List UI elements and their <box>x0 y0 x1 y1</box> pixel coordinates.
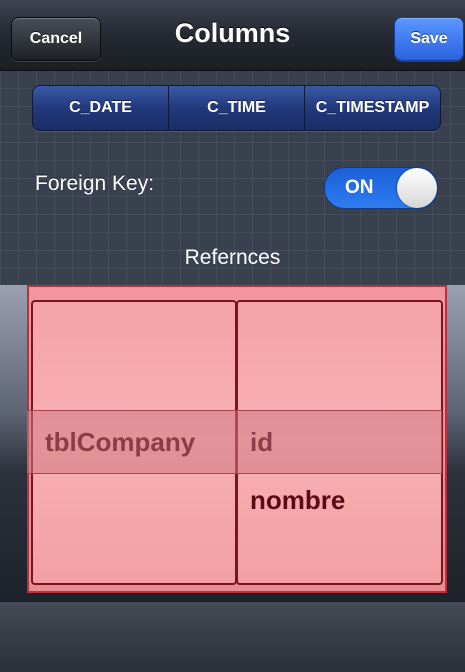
toggle-knob[interactable] <box>397 168 437 208</box>
foreign-key-toggle[interactable]: ON <box>324 167 438 209</box>
segment-c-date[interactable]: C_DATE <box>33 86 169 130</box>
segment-c-time[interactable]: C_TIME <box>169 86 305 130</box>
picker-option-field[interactable]: nombre <box>250 485 345 516</box>
references-label: Refernces <box>184 246 281 269</box>
type-segmented-control: C_DATE C_TIME C_TIMESTAMP <box>32 85 441 131</box>
navigation-bar: Cancel Columns Save <box>0 0 465 71</box>
foreign-key-label: Foreign Key: <box>35 172 155 195</box>
bottom-toolbar <box>0 601 465 672</box>
toggle-on-text: ON <box>345 177 374 198</box>
save-button[interactable]: Save <box>394 17 464 61</box>
picker-option-table[interactable]: tblCompany <box>45 427 195 458</box>
segment-c-timestamp[interactable]: C_TIMESTAMP <box>305 86 440 130</box>
picker-option-field-selected[interactable]: id <box>250 427 273 458</box>
